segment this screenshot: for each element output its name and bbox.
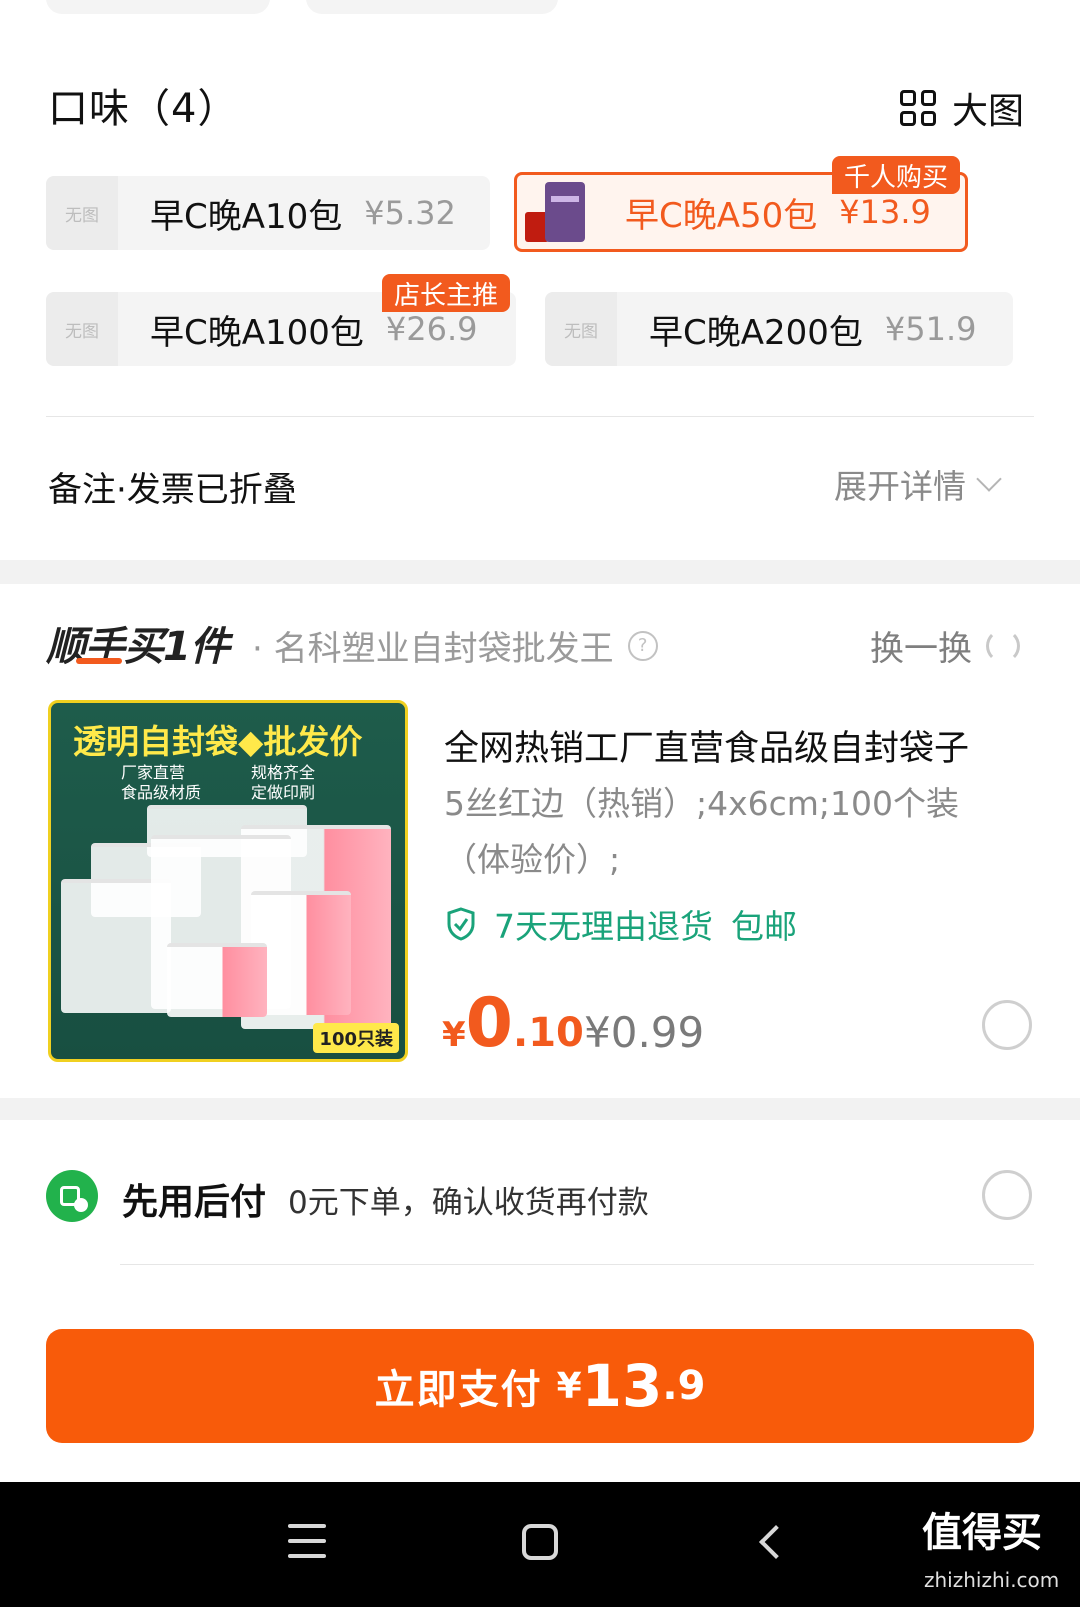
option-name: 早C晚A200包: [649, 312, 863, 353]
pay-now-label: 立即支付: [374, 1367, 543, 1413]
system-nav-bar: 值得买 zhizhizhi.com: [0, 1482, 1080, 1607]
recent-apps-icon[interactable]: [288, 1524, 326, 1558]
refresh-icon: [986, 628, 1020, 663]
flavor-option[interactable]: 无图 早C晚A200包 ¥51.9: [545, 292, 1013, 366]
watermark-logo: 值得买: [922, 1510, 1042, 1556]
previous-option-pill[interactable]: [306, 0, 558, 14]
product-title[interactable]: 全网热销工厂直营食品级自封袋子: [444, 720, 969, 771]
back-icon[interactable]: [759, 1525, 793, 1559]
flavor-section-title: 口味（4）: [48, 86, 239, 132]
grid-icon: [900, 90, 936, 126]
shield-check-icon: [447, 907, 475, 941]
large-image-label: 大图: [952, 91, 1025, 132]
expand-details-button[interactable]: 展开详情: [834, 460, 1002, 508]
divider: [120, 1264, 1034, 1265]
recommended-tag: 店长主推: [382, 274, 511, 312]
option-price: ¥51.9: [884, 310, 977, 348]
option-price: ¥13.9: [839, 193, 931, 231]
notes-invoice-label: 备注·发票已折叠: [48, 470, 297, 510]
bag-graphic: [167, 943, 267, 1017]
addon-price: ¥ 0 .10: [442, 990, 584, 1058]
swap-label: 换一换: [870, 629, 972, 669]
no-image-placeholder: 无图: [545, 292, 617, 366]
product-thumbnail: [517, 178, 589, 246]
pay-symbol: ¥: [556, 1365, 582, 1407]
addon-logo-underline: [76, 658, 122, 664]
return-policy: 7天无理由退货: [494, 907, 713, 946]
price-integer: 0: [465, 984, 513, 1063]
chevron-down-icon: [976, 466, 1002, 492]
pay-amount-int: 13: [581, 1352, 663, 1420]
expand-details-label: 展开详情: [834, 467, 966, 506]
addon-shop: · 名科塑业自封袋批发王 ?: [252, 621, 658, 670]
option-name: 早C晚A10包: [150, 196, 343, 237]
section-gap: [0, 1098, 1080, 1120]
previous-option-pill[interactable]: [46, 0, 270, 14]
original-price: ¥0.99: [584, 1008, 705, 1057]
option-name: 早C晚A100包: [150, 312, 364, 353]
shop-name: · 名科塑业自封袋批发王: [252, 629, 614, 669]
watermark-url: zhizhizhi.com: [924, 1568, 1060, 1592]
price-symbol: ¥: [442, 1015, 466, 1055]
spec-line: （体验价）;: [444, 840, 621, 879]
section-gap: [0, 560, 1080, 584]
pay-now-button[interactable]: 立即支付 ¥ 13 .9: [46, 1329, 1034, 1443]
spec-line: 5丝红边（热销）;4x6cm;100个装: [444, 784, 960, 823]
no-image-placeholder: 无图: [46, 176, 118, 250]
guarantee-row: 7天无理由退货 包邮: [446, 900, 797, 948]
pay-amount-dec: .9: [662, 1363, 706, 1409]
popular-tag: 千人购买: [832, 156, 961, 194]
free-shipping: 包邮: [731, 907, 797, 946]
addon-select-radio[interactable]: [982, 1000, 1032, 1050]
image-count-badge: 100只装: [313, 1023, 399, 1053]
addon-logo: 顺手买1件: [46, 624, 230, 670]
pay-later-desc: 0元下单，确认收货再付款: [288, 1185, 649, 1221]
large-image-toggle[interactable]: 大图: [900, 82, 1024, 134]
product-image[interactable]: 透明自封袋◆批发价 厂家直营 规格齐全 食品级材质 定做印刷 100只装: [48, 700, 408, 1062]
image-feature: 食品级材质: [121, 783, 202, 802]
pay-later-title: 先用后付: [122, 1182, 267, 1223]
product-spec: 5丝红边（热销）;4x6cm;100个装 （体验价）;: [444, 776, 1024, 888]
help-icon[interactable]: ?: [627, 630, 658, 661]
image-feature: 定做印刷: [251, 783, 316, 802]
option-price: ¥5.32: [364, 194, 456, 232]
pay-later-radio[interactable]: [982, 1170, 1032, 1220]
price-decimal: .10: [513, 1010, 584, 1056]
image-banner-text: 透明自封袋◆批发价: [73, 722, 363, 761]
divider: [46, 416, 1034, 417]
option-name: 早C晚A50包: [625, 195, 818, 236]
shopping-bag-check-icon: [46, 1170, 98, 1222]
flavor-option[interactable]: 无图 早C晚A10包 ¥5.32: [46, 176, 490, 250]
option-price: ¥26.9: [385, 310, 478, 348]
swap-button[interactable]: 换一换: [870, 621, 1020, 670]
no-image-placeholder: 无图: [46, 292, 118, 366]
home-icon[interactable]: [522, 1524, 558, 1560]
